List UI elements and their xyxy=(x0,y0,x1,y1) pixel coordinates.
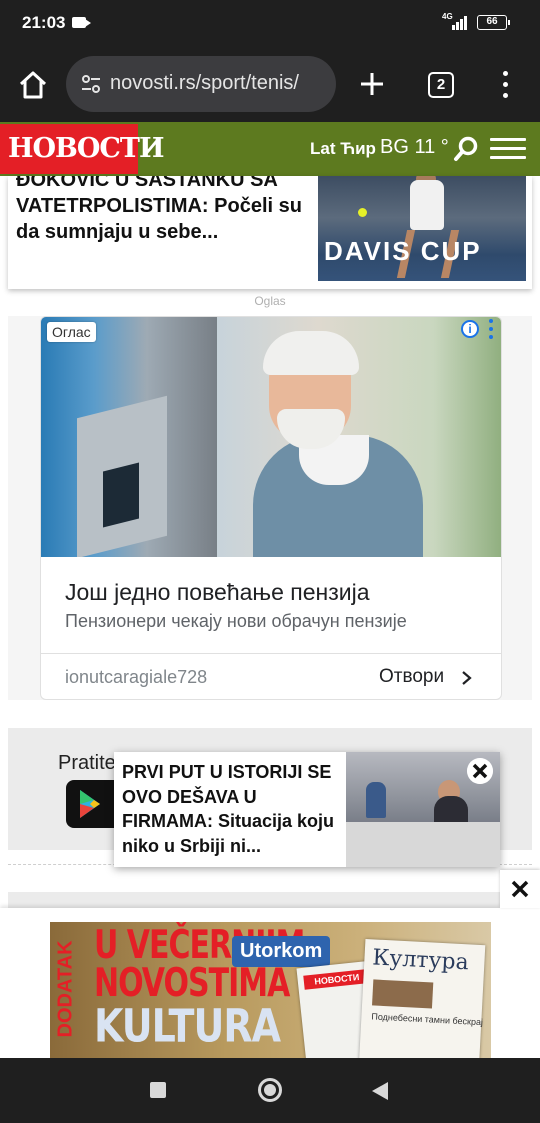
video-recording-icon xyxy=(72,17,91,28)
system-navigation-bar xyxy=(0,1058,540,1123)
new-tab-icon[interactable] xyxy=(358,70,386,98)
site-logo[interactable]: НОВОСТИ xyxy=(0,124,164,174)
recommended-article-popup[interactable]: PRVI PUT U ISTORIJI SE OVO DEŠAVA U FIRM… xyxy=(114,752,500,867)
davis-cup-banner: DAVIS CUP xyxy=(324,236,482,266)
status-time: 21:03 xyxy=(22,13,66,32)
site-settings-icon[interactable] xyxy=(80,73,102,95)
article-image[interactable]: DAVIS CUP xyxy=(318,176,526,281)
search-icon[interactable] xyxy=(453,136,479,162)
script-switch[interactable]: Lat Ћир xyxy=(310,139,376,159)
ad-advertiser: ionutcaragiale728 xyxy=(65,667,208,687)
ad-subline: Пензионери чекају нови обрачун пензије xyxy=(65,611,407,631)
sticky-bottom-ad: DODATAK U VEČERNJIM NOVOSTIMA KULTURA Ut… xyxy=(0,870,540,1058)
ad-label: Oglas xyxy=(254,294,286,308)
ad-headline[interactable]: Још једно повећање пензија xyxy=(65,579,370,606)
popup-title[interactable]: PRVI PUT U ISTORIJI SE OVO DEŠAVA U FIRM… xyxy=(122,760,338,858)
google-play-icon xyxy=(80,790,100,818)
recents-button[interactable] xyxy=(150,1082,166,1098)
section-background xyxy=(8,892,532,908)
home-button[interactable] xyxy=(258,1078,282,1102)
banner-line-3: KULTURA xyxy=(94,999,281,1053)
weather-widget: BG 11 ° xyxy=(380,136,449,158)
address-bar[interactable]: novosti.rs/sport/tenis/ xyxy=(66,56,336,112)
chevron-right-icon[interactable] xyxy=(459,670,473,686)
hamburger-menu-icon[interactable] xyxy=(490,138,526,160)
ad-image[interactable] xyxy=(41,317,501,557)
ad-tag: Оглас xyxy=(47,322,96,342)
close-ad-icon[interactable] xyxy=(500,870,540,908)
more-options-icon[interactable] xyxy=(500,70,512,100)
status-bar: 21:03 4G 66 xyxy=(0,0,540,48)
ad-open-button[interactable]: Отвори xyxy=(379,666,444,688)
ad-card[interactable]: Оглас i Још једно повећање пензија Пензи… xyxy=(40,316,502,700)
browser-toolbar: novosti.rs/sport/tenis/ 2 xyxy=(0,48,540,122)
atm-illustration xyxy=(41,317,217,557)
article-card[interactable]: ĐOKOVIĆ U SASTANKU SA VATETRPOLISTIMA: P… xyxy=(8,176,532,289)
kultura-banner[interactable]: DODATAK U VEČERNJIM NOVOSTIMA KULTURA Ut… xyxy=(50,922,491,1058)
close-icon[interactable] xyxy=(467,758,493,784)
divider xyxy=(41,653,501,654)
ad-info-icon[interactable]: i xyxy=(461,320,479,338)
url-text: novosti.rs/sport/tenis/ xyxy=(110,72,299,94)
banner-badge: Utorkom xyxy=(232,936,331,967)
kultura-supplement-image: Култура Поднебесни тамни бескрај xyxy=(358,938,486,1058)
battery-icon: 66 xyxy=(477,15,510,30)
article-title[interactable]: ĐOKOVIĆ U SASTANKU SA VATETRPOLISTIMA: P… xyxy=(16,176,312,245)
site-header: НОВОСТИ Lat Ћир BG 11 ° xyxy=(0,122,540,176)
banner-side-text: DODATAK xyxy=(54,940,77,1038)
signal-icon xyxy=(452,14,470,30)
home-icon[interactable] xyxy=(16,68,50,102)
tab-switcher-button[interactable]: 2 xyxy=(428,72,454,98)
back-button[interactable] xyxy=(372,1082,388,1100)
ad-more-icon[interactable] xyxy=(487,319,495,339)
follow-text: Pratite xyxy=(58,752,116,774)
